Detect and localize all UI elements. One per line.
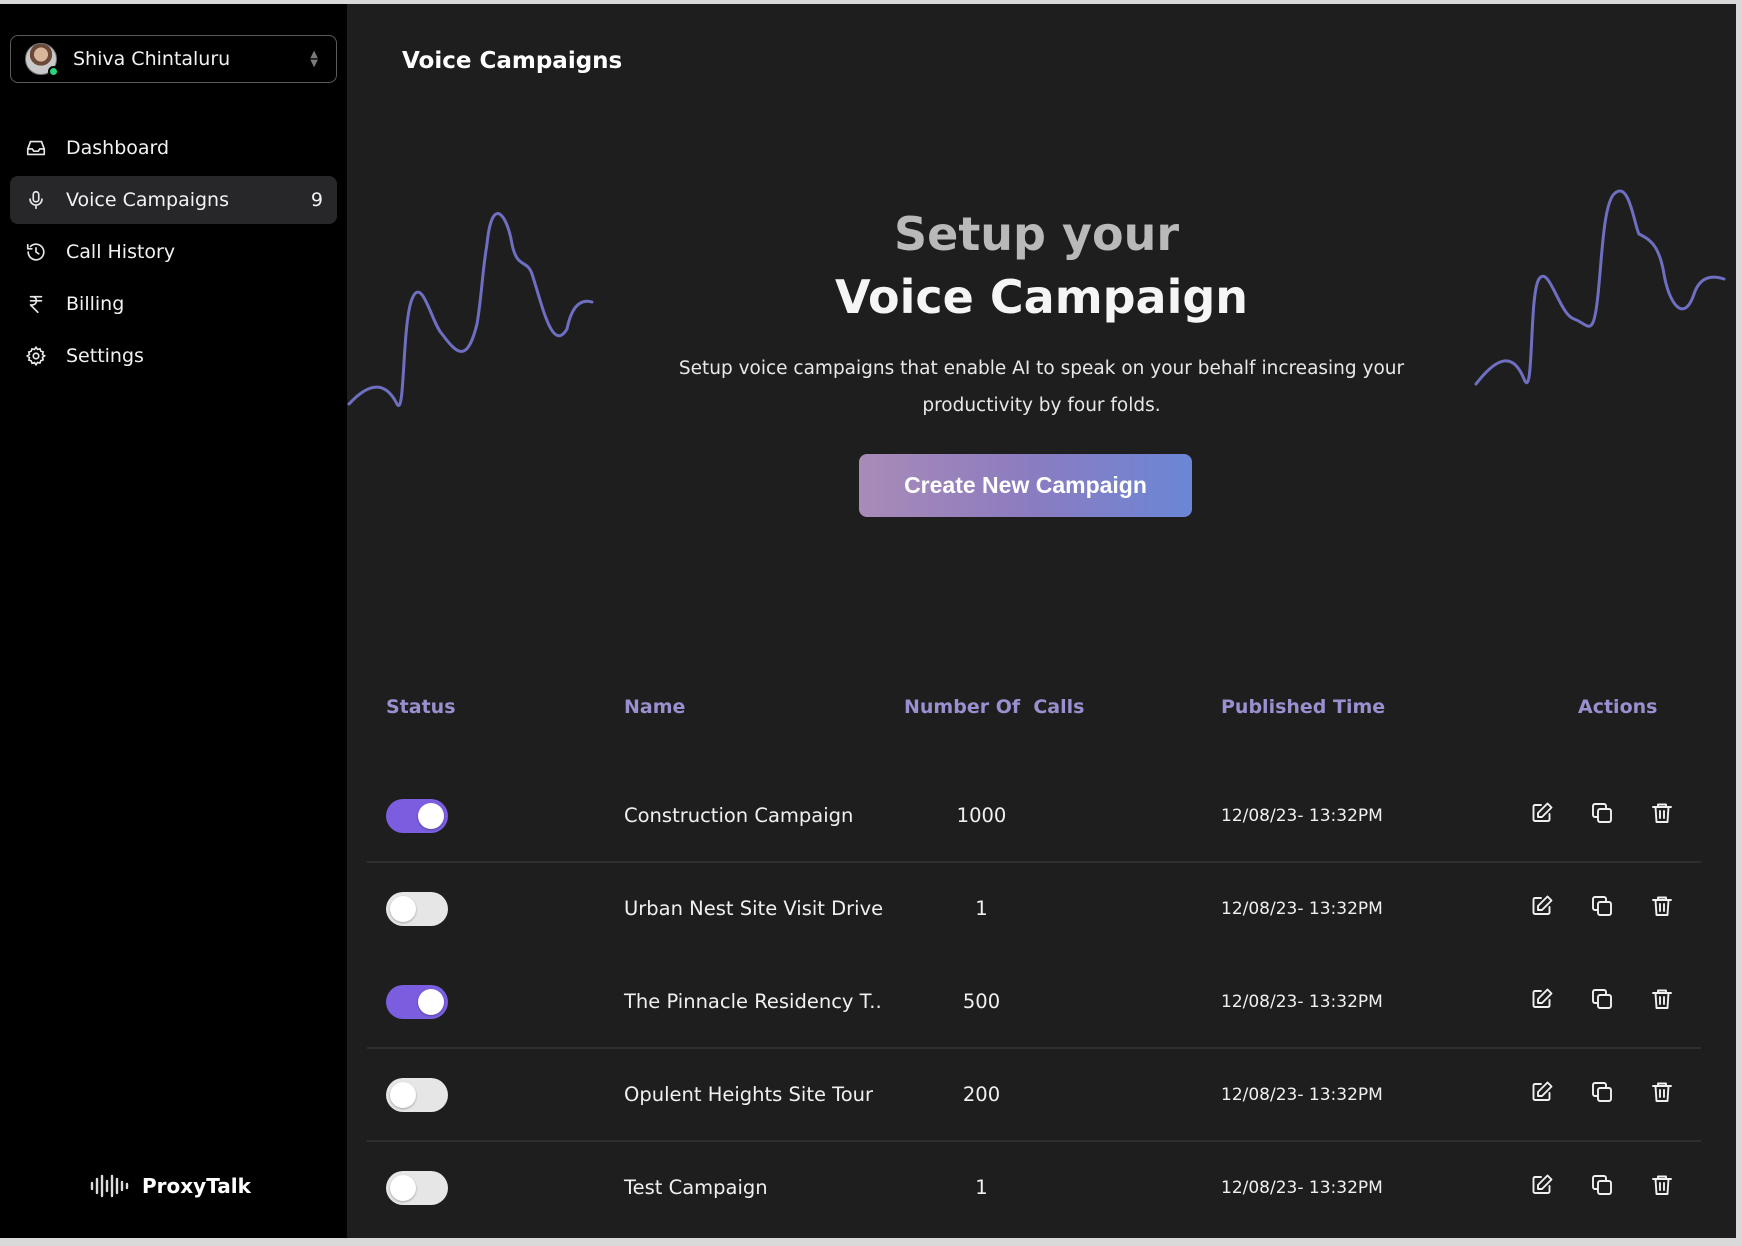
page-title: Voice Campaigns [402, 48, 623, 74]
row-actions [1529, 1172, 1675, 1198]
status-toggle[interactable] [386, 892, 448, 926]
status-toggle[interactable] [386, 985, 448, 1019]
table-row: Urban Nest Site Visit Drive 1 12/08/23- … [367, 863, 1701, 956]
edit-icon[interactable] [1529, 1172, 1555, 1198]
toggle-knob [418, 803, 444, 829]
create-campaign-button[interactable]: Create New Campaign [859, 454, 1192, 517]
trash-icon[interactable] [1649, 800, 1675, 826]
sidebar-item-voice-campaigns[interactable]: Voice Campaigns 9 [10, 176, 337, 224]
campaign-count-badge: 9 [310, 189, 323, 211]
sidebar-item-label: Settings [66, 345, 144, 367]
number-of-calls: 1 [975, 897, 988, 920]
row-actions [1529, 986, 1675, 1012]
brand-logo: ProxyTalk [90, 1174, 251, 1198]
sidebar-item-billing[interactable]: Billing [10, 280, 337, 328]
edit-icon[interactable] [1529, 893, 1555, 919]
app-window: Shiva Chintaluru ▲ ▼ Dashboard Voice Camp… [0, 4, 1736, 1238]
sidebar-nav: Dashboard Voice Campaigns 9 Call History [10, 124, 337, 384]
edit-icon[interactable] [1529, 986, 1555, 1012]
rupee-icon [24, 292, 48, 316]
campaign-name: Urban Nest Site Visit Drive [624, 897, 884, 920]
brand-name: ProxyTalk [142, 1174, 251, 1198]
user-name: Shiva Chintaluru [73, 48, 231, 70]
avatar [25, 43, 59, 77]
duplicate-icon[interactable] [1589, 1172, 1615, 1198]
number-of-calls: 1000 [956, 804, 1007, 827]
published-time: 12/08/23- 13:32PM [1221, 806, 1383, 826]
hero-title-line1: Setup your [893, 207, 1180, 261]
sidebar-item-label: Call History [66, 241, 176, 263]
trash-icon[interactable] [1649, 986, 1675, 1012]
row-actions [1529, 800, 1675, 826]
column-header-calls: Number Of Calls [904, 696, 1085, 718]
campaign-name: Test Campaign [624, 1176, 768, 1199]
user-switcher[interactable]: Shiva Chintaluru ▲ ▼ [10, 35, 337, 83]
online-status-dot [48, 66, 59, 77]
number-of-calls: 500 [962, 990, 1001, 1013]
published-time: 12/08/23- 13:32PM [1221, 1178, 1383, 1198]
duplicate-icon[interactable] [1589, 893, 1615, 919]
trash-icon[interactable] [1649, 1172, 1675, 1198]
campaign-name: Construction Campaign [624, 804, 854, 827]
trash-icon[interactable] [1649, 893, 1675, 919]
duplicate-icon[interactable] [1589, 986, 1615, 1012]
edit-icon[interactable] [1529, 1079, 1555, 1105]
chevron-updown-icon: ▲ ▼ [310, 49, 318, 69]
status-toggle[interactable] [386, 1171, 448, 1205]
sidebar: Shiva Chintaluru ▲ ▼ Dashboard Voice Camp… [0, 4, 347, 1238]
gear-icon [24, 344, 48, 368]
sidebar-item-call-history[interactable]: Call History [10, 228, 337, 276]
table-header: Status Name Number Of Calls Published Ti… [367, 684, 1701, 734]
toggle-knob [390, 1175, 416, 1201]
table-row: The Pinnacle Residency T.. 500 12/08/23-… [367, 956, 1701, 1049]
toggle-knob [390, 896, 416, 922]
column-header-status: Status [386, 696, 456, 718]
campaigns-table: Status Name Number Of Calls Published Ti… [367, 684, 1701, 1235]
sidebar-item-dashboard[interactable]: Dashboard [10, 124, 337, 172]
inbox-icon [24, 136, 48, 160]
hero-section: Setup your Voice Campaign Setup voice ca… [347, 204, 1736, 424]
hero-description: Setup voice campaigns that enable AI to … [678, 358, 1405, 416]
toggle-knob [418, 989, 444, 1015]
main-content: Voice Campaigns Setup your Voice Campaig… [347, 4, 1736, 1238]
table-row: Construction Campaign 1000 12/08/23- 13:… [367, 770, 1701, 863]
sidebar-item-label: Dashboard [66, 137, 170, 159]
campaign-name: Opulent Heights Site Tour [624, 1083, 874, 1106]
number-of-calls: 200 [962, 1083, 1001, 1106]
sidebar-item-settings[interactable]: Settings [10, 332, 337, 380]
sidebar-item-label: Voice Campaigns [66, 189, 230, 211]
published-time: 12/08/23- 13:32PM [1221, 1085, 1383, 1105]
status-toggle[interactable] [386, 799, 448, 833]
published-time: 12/08/23- 13:32PM [1221, 992, 1383, 1012]
published-time: 12/08/23- 13:32PM [1221, 899, 1383, 919]
row-actions [1529, 1079, 1675, 1105]
duplicate-icon[interactable] [1589, 1079, 1615, 1105]
column-header-published: Published Time [1221, 696, 1386, 718]
campaign-name: The Pinnacle Residency T.. [624, 990, 882, 1013]
soundwave-logo-icon [90, 1174, 129, 1198]
hero-title-line2: Voice Campaign [834, 270, 1249, 324]
toggle-knob [390, 1082, 416, 1108]
trash-icon[interactable] [1649, 1079, 1675, 1105]
edit-icon[interactable] [1529, 800, 1555, 826]
table-row: Test Campaign 1 12/08/23- 13:32PM [367, 1142, 1701, 1235]
status-toggle[interactable] [386, 1078, 448, 1112]
microphone-icon [24, 188, 48, 212]
table-row: Opulent Heights Site Tour 200 12/08/23- … [367, 1049, 1701, 1142]
row-actions [1529, 893, 1675, 919]
history-icon [24, 240, 48, 264]
sidebar-item-label: Billing [66, 293, 125, 315]
duplicate-icon[interactable] [1589, 800, 1615, 826]
column-header-actions: Actions [1578, 696, 1658, 718]
number-of-calls: 1 [975, 1176, 988, 1199]
column-header-name: Name [624, 696, 686, 718]
